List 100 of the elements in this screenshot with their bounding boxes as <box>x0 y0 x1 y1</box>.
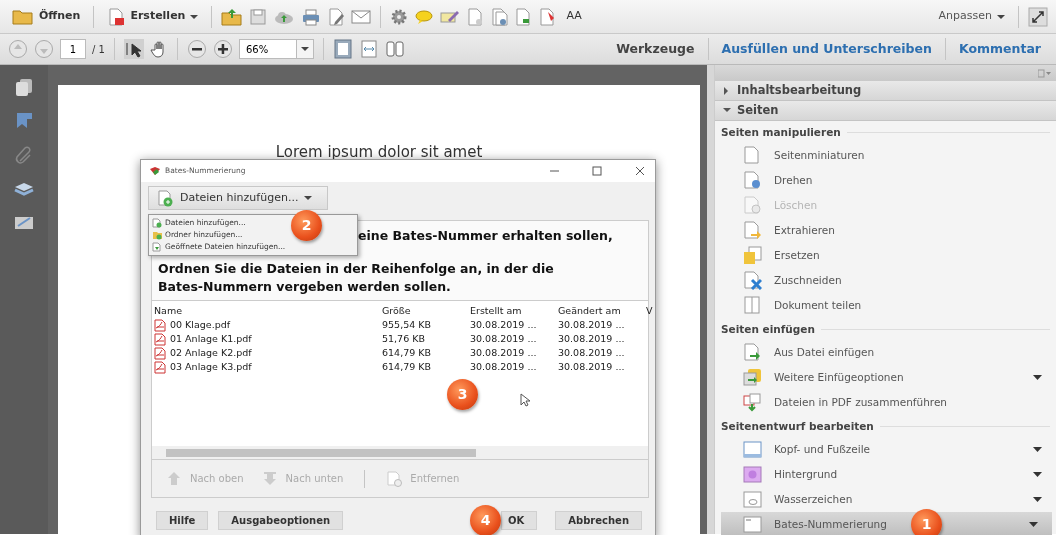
table-cell-text: 30.08.2019 ... <box>470 346 538 360</box>
column-header[interactable]: Name <box>154 304 382 319</box>
dialog-button[interactable]: Ausgabeoptionen <box>218 511 344 530</box>
table-cell-text: 614,79 KB <box>382 346 432 360</box>
page-up-icon[interactable] <box>8 39 28 59</box>
dialog-button[interactable]: Hilfe <box>156 511 209 530</box>
zoom-out-icon[interactable] <box>186 39 207 59</box>
table-cell-text: 01 Anlage K1.pdf <box>170 332 252 346</box>
close-icon[interactable] <box>634 165 647 177</box>
pdf-icon <box>154 360 166 374</box>
page-mark-icon[interactable] <box>538 7 557 26</box>
horizontal-scrollbar[interactable] <box>152 446 648 459</box>
header-footer-icon <box>743 440 762 459</box>
paperclip-icon[interactable] <box>14 145 34 165</box>
page-number-field[interactable]: 1 <box>60 39 86 59</box>
two-pages-icon[interactable] <box>384 39 405 59</box>
tool-item[interactable]: Drehen <box>715 168 1056 193</box>
create-button[interactable]: Erstellen <box>103 5 203 28</box>
table-cell-text: 30.08.2019 ... <box>470 360 538 374</box>
tool-item[interactable]: Weitere Einfügeoptionen <box>715 365 1056 390</box>
rotate-page-icon <box>743 171 762 190</box>
table-cell-text: 30.08.2019 ... <box>558 346 626 360</box>
fit-width-icon[interactable] <box>358 39 379 59</box>
select-tool-icon[interactable] <box>123 39 144 59</box>
tool-item[interactable]: Ersetzen <box>715 243 1056 268</box>
page-stack-icon[interactable] <box>490 7 509 26</box>
tool-item[interactable]: Aus Datei einfügen <box>715 340 1056 365</box>
caret-icon <box>997 14 1005 19</box>
tool-item[interactable]: Kopf- und Fußzeile <box>715 437 1056 462</box>
watermark-icon <box>743 490 762 509</box>
tool-item[interactable]: Extrahieren <box>715 218 1056 243</box>
page-down-icon[interactable] <box>34 39 54 59</box>
page-insert-icon[interactable] <box>514 7 533 26</box>
table-cell-text: 614,79 KB <box>382 360 432 374</box>
panel-options-icon[interactable] <box>1038 68 1052 78</box>
zoom-field[interactable]: 66% <box>238 39 297 59</box>
section-title: Seiten einfügen <box>721 321 815 337</box>
panel-tab[interactable]: Ausfüllen und Unterschreiben <box>714 39 939 59</box>
instruction-text: eine Bates-Nummer erhalten sollen, <box>358 227 613 245</box>
panel-tab[interactable]: Werkzeuge <box>609 39 702 59</box>
folder-upload-icon[interactable] <box>221 6 244 27</box>
table-cell-text: 30.08.2019 ... <box>470 332 538 346</box>
pdf-icon <box>154 332 166 346</box>
arrow-up-icon <box>166 470 182 487</box>
step-marker: 3 <box>447 379 478 410</box>
column-header[interactable]: Erstellt am <box>470 304 558 319</box>
printer-icon[interactable] <box>301 7 322 26</box>
insert-page-icon <box>743 343 762 362</box>
tool-item[interactable]: Bates-Nummerierung 1 <box>721 512 1052 535</box>
zoom-in-icon[interactable] <box>212 39 233 59</box>
bookmark-icon[interactable] <box>14 111 34 131</box>
table-cell-text: 30.08.2019 ... <box>558 318 626 332</box>
open-button[interactable]: Öffnen <box>8 4 85 29</box>
crop-page-icon <box>743 271 762 290</box>
speech-bubble-icon[interactable] <box>414 7 435 26</box>
table-cell-text: 03 Anlage K3.pdf <box>170 360 252 374</box>
panel-group-header[interactable]: Inhaltsbearbeitung <box>715 81 1056 101</box>
gear-icon[interactable] <box>390 7 409 26</box>
column-header[interactable]: Geändert am <box>558 304 646 319</box>
customize-button[interactable]: Anpassen <box>934 6 1009 27</box>
tool-item[interactable]: Wasserzeichen <box>715 487 1056 512</box>
caret-icon <box>190 14 199 19</box>
maximize-icon[interactable] <box>591 165 604 177</box>
font-size-button[interactable]: AA <box>562 6 586 27</box>
tool-item[interactable]: Seitenminiaturen <box>715 143 1056 168</box>
section-title: Seiten manipulieren <box>721 124 841 140</box>
page-icon[interactable] <box>466 7 485 26</box>
tool-item[interactable]: Dokument teilen <box>715 293 1056 318</box>
app-icon <box>149 166 160 176</box>
pages-icon <box>743 146 762 165</box>
replace-page-icon <box>743 246 762 265</box>
save-icon[interactable] <box>249 7 268 26</box>
add-folder-icon <box>152 230 162 240</box>
pages-icon[interactable] <box>14 77 34 97</box>
table-cell-text: 30.08.2019 ... <box>558 360 626 374</box>
add-file-icon <box>152 218 162 228</box>
envelope-icon[interactable] <box>351 7 372 26</box>
table-cell-text: 955,54 KB <box>382 318 432 332</box>
edit-icon[interactable] <box>327 7 346 26</box>
pdf-icon <box>154 346 166 360</box>
fit-page-icon[interactable] <box>332 39 353 59</box>
open-file-icon <box>152 242 162 252</box>
panel-tab[interactable]: Kommentar <box>951 39 1048 59</box>
tool-item[interactable]: Dateien in PDF zusammenführen <box>715 390 1056 415</box>
cancel-button[interactable]: Abbrechen <box>555 511 642 530</box>
tool-item[interactable]: Zuschneiden <box>715 268 1056 293</box>
tool-item[interactable]: Hintergrund <box>715 462 1056 487</box>
step-marker: 4 <box>470 505 502 535</box>
column-header[interactable]: V <box>646 304 653 319</box>
expand-icon[interactable] <box>1028 6 1048 27</box>
split-page-icon <box>743 296 762 315</box>
ok-button[interactable]: OK <box>501 511 538 530</box>
add-files-dropdown[interactable]: Dateien hinzufügen... <box>148 186 328 210</box>
column-header[interactable]: Größe <box>382 304 470 319</box>
table-cell-text: 02 Anlage K2.pdf <box>170 346 252 360</box>
table-cell-text: 51,76 KB <box>382 332 426 346</box>
pdf-icon <box>154 318 166 332</box>
pdf-page-icon <box>107 7 126 26</box>
cursor-icon <box>520 393 531 407</box>
panel-group-header[interactable]: Seiten <box>715 101 1056 121</box>
